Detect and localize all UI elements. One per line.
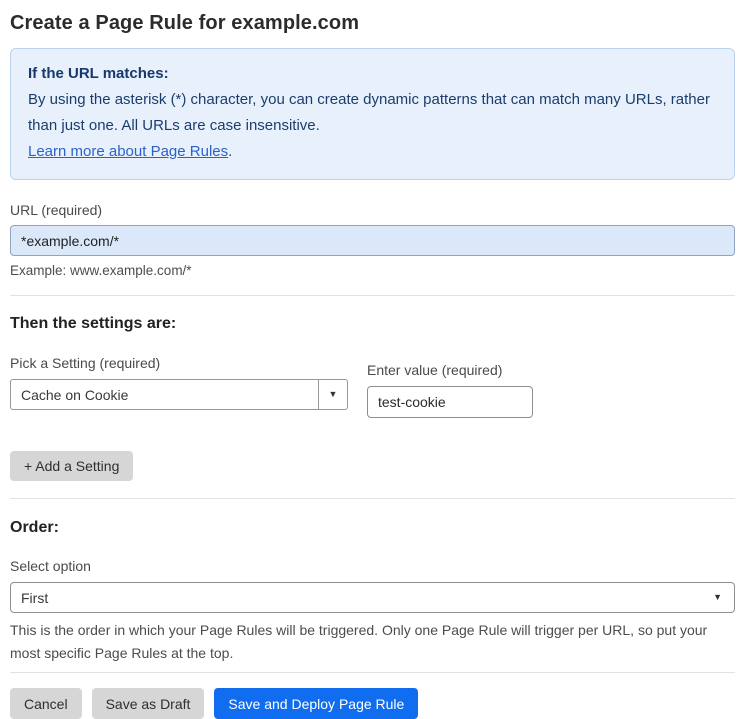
add-setting-button[interactable]: + Add a Setting	[10, 451, 134, 481]
setting-select-arrow-button[interactable]: ▼	[318, 380, 347, 409]
info-box-heading: If the URL matches:	[28, 65, 169, 82]
divider	[10, 295, 735, 296]
url-input[interactable]	[10, 225, 735, 256]
enter-value-column: Enter value (required)	[367, 362, 533, 418]
setting-select[interactable]: Cache on Cookie ▼	[10, 379, 348, 410]
page-title: Create a Page Rule for example.com	[10, 12, 360, 34]
settings-section-heading: Then the settings are:	[10, 315, 177, 332]
info-box-body: By using the asterisk (*) character, you…	[28, 91, 710, 134]
url-field-helper: Example: www.example.com/*	[10, 263, 192, 278]
link-suffix: .	[228, 143, 233, 160]
order-select-label: Select option	[10, 558, 91, 574]
page-rule-form: Create a Page Rule for example.com If th…	[0, 0, 750, 719]
order-select[interactable]: First ▼	[10, 582, 735, 613]
url-field-label: URL (required)	[10, 202, 103, 218]
pick-setting-label: Pick a Setting (required)	[10, 355, 161, 371]
learn-more-link[interactable]: Learn more about Page Rules	[28, 143, 228, 160]
setting-select-value: Cache on Cookie	[21, 386, 129, 403]
setting-row: Pick a Setting (required) Cache on Cooki…	[10, 355, 735, 418]
info-box-link-line: Learn more about Page Rules.	[28, 139, 717, 165]
setting-value-input[interactable]	[367, 386, 533, 418]
pick-setting-column: Pick a Setting (required) Cache on Cooki…	[10, 355, 348, 410]
url-matches-info-box: If the URL matches: By using the asteris…	[10, 48, 735, 180]
caret-down-icon: ▼	[328, 389, 338, 399]
caret-down-icon: ▼	[713, 592, 722, 602]
order-section-heading: Order:	[10, 519, 59, 536]
order-helper-text: This is the order in which your Page Rul…	[10, 622, 708, 661]
divider	[10, 672, 735, 673]
order-select-value: First	[21, 589, 49, 606]
enter-value-label: Enter value (required)	[367, 362, 503, 378]
divider	[10, 498, 735, 499]
